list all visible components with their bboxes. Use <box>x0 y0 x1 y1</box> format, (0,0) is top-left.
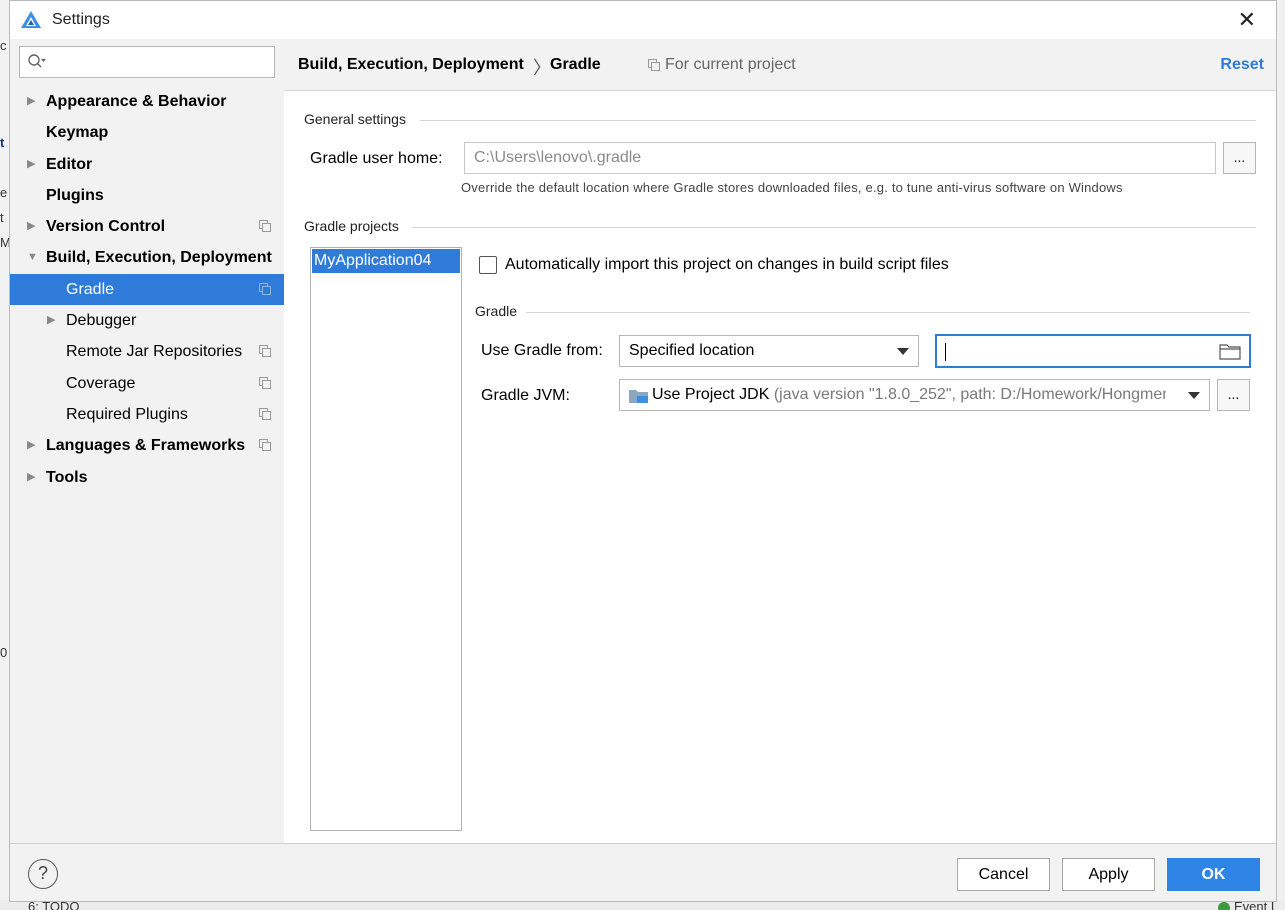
list-item[interactable]: MyApplication04 <box>312 249 460 273</box>
settings-content: Build, Execution, Deployment 〉 Gradle Fo… <box>284 39 1276 843</box>
project-scope-icon <box>259 282 271 295</box>
cancel-button[interactable]: Cancel <box>957 858 1050 891</box>
background-ide-right <box>1279 0 1285 910</box>
reset-link[interactable]: Reset <box>1220 56 1264 74</box>
divider <box>526 312 1250 313</box>
title-bar: Settings ✕ <box>10 1 1276 39</box>
event-badge-icon <box>1218 901 1230 910</box>
background-ide-left: c t e t M 0 <box>0 0 11 910</box>
expand-arrow-icon[interactable]: ▶ <box>27 86 35 117</box>
divider <box>412 227 1256 228</box>
sidebar-item-version-control[interactable]: ▶ Version Control <box>10 211 284 242</box>
breadcrumb-current: Gradle <box>550 56 601 73</box>
sidebar-item-appearance-behavior[interactable]: ▶ Appearance & Behavior <box>10 86 284 117</box>
sidebar-item-gradle[interactable]: Gradle <box>10 273 284 306</box>
gradle-projects-title: Gradle projects <box>304 218 399 234</box>
sidebar-item-keymap[interactable]: Keymap <box>10 117 284 148</box>
dialog-footer: ? Cancel Apply OK <box>10 843 1276 901</box>
project-scope-icon <box>259 407 271 420</box>
expand-arrow-icon[interactable]: ▶ <box>27 462 35 493</box>
sidebar-item-coverage[interactable]: Coverage <box>10 368 284 399</box>
general-settings-title: General settings <box>304 111 406 127</box>
browse-user-home-button[interactable]: ... <box>1223 142 1256 174</box>
sidebar-item-required-plugins[interactable]: Required Plugins <box>10 399 284 430</box>
text-cursor <box>945 343 946 361</box>
project-scope-icon <box>259 220 271 233</box>
chevron-down-icon <box>1188 392 1200 399</box>
sidebar-item-build-execution-deployment[interactable]: ▼ Build, Execution, Deployment <box>10 242 284 273</box>
sidebar-item-languages-frameworks[interactable]: ▶ Languages & Frameworks <box>10 430 284 461</box>
gradle-user-home-label: Gradle user home: <box>310 150 443 167</box>
content-header: Build, Execution, Deployment 〉 Gradle Fo… <box>284 39 1276 91</box>
breadcrumb-separator: 〉 <box>533 58 551 78</box>
expand-arrow-icon[interactable]: ▶ <box>47 305 55 336</box>
project-scope-icon <box>648 59 660 71</box>
use-gradle-from-label: Use Gradle from: <box>481 342 603 359</box>
sidebar-item-tools[interactable]: ▶ Tools <box>10 462 284 493</box>
gradle-section-title: Gradle <box>475 303 518 319</box>
help-button[interactable]: ? <box>28 859 58 889</box>
close-icon[interactable]: ✕ <box>1238 7 1256 33</box>
browse-jvm-button[interactable]: ... <box>1217 379 1250 411</box>
apply-button[interactable]: Apply <box>1062 858 1155 891</box>
expand-arrow-icon[interactable]: ▶ <box>27 430 35 461</box>
gradle-user-home-field[interactable]: C:\Users\lenovo\.gradle <box>464 142 1216 174</box>
folder-icon[interactable] <box>1219 343 1241 360</box>
collapse-arrow-icon[interactable]: ▼ <box>27 242 38 273</box>
jdk-folder-icon <box>629 390 648 403</box>
gradle-user-home-hint: Override the default location where Grad… <box>461 180 1123 195</box>
gradle-jvm-select[interactable]: Use Project JDK (java version "1.8.0_252… <box>619 379 1210 411</box>
expand-arrow-icon[interactable]: ▶ <box>27 149 35 180</box>
gradle-project-list: MyApplication04 <box>310 247 462 831</box>
app-logo-icon <box>21 11 41 28</box>
sidebar-item-plugins[interactable]: Plugins <box>10 180 284 211</box>
chevron-down-icon <box>897 348 909 355</box>
ok-button[interactable]: OK <box>1167 858 1260 891</box>
auto-import-checkbox[interactable] <box>479 256 497 274</box>
window-title: Settings <box>52 11 110 28</box>
sidebar-item-debugger[interactable]: ▶ Debugger <box>10 305 284 336</box>
sidebar-item-remote-jar-repositories[interactable]: Remote Jar Repositories <box>10 336 284 367</box>
use-gradle-from-select[interactable]: Specified location <box>619 335 919 367</box>
settings-tree: ▶ Appearance & Behavior Keymap ▶ Editor … <box>10 86 284 493</box>
search-input[interactable] <box>19 46 275 78</box>
sidebar-item-editor[interactable]: ▶ Editor <box>10 149 284 180</box>
expand-arrow-icon[interactable]: ▶ <box>27 211 35 242</box>
divider <box>420 120 1256 121</box>
scope-label: For current project <box>665 56 796 73</box>
project-scope-icon <box>259 345 271 358</box>
gradle-location-input[interactable] <box>935 334 1251 368</box>
auto-import-label[interactable]: Automatically import this project on cha… <box>505 256 949 274</box>
breadcrumb-parent[interactable]: Build, Execution, Deployment <box>298 56 524 74</box>
project-scope-icon <box>259 439 271 452</box>
settings-dialog: Settings ✕ ▶ Appearance & Behavior Keyma… <box>9 0 1277 902</box>
settings-sidebar: ▶ Appearance & Behavior Keymap ▶ Editor … <box>10 39 284 843</box>
gradle-jvm-label: Gradle JVM: <box>481 387 570 404</box>
project-scope-icon <box>259 376 271 389</box>
search-icon <box>28 54 46 68</box>
